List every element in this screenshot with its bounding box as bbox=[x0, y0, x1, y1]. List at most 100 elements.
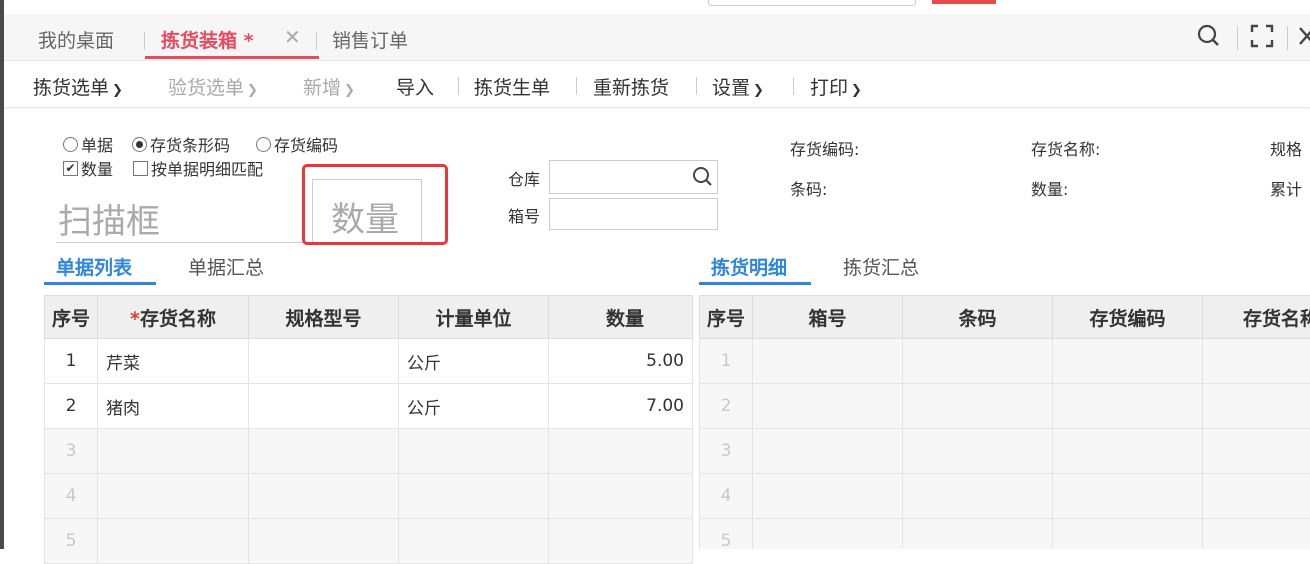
column-header-box-no[interactable]: 箱号 bbox=[753, 296, 903, 339]
pick-generate-button[interactable]: 拣货生单 bbox=[474, 73, 550, 100]
tab-pick-pack[interactable]: 拣货装箱 * bbox=[161, 26, 254, 53]
close-icon[interactable]: ✕ bbox=[284, 25, 301, 49]
column-header-unit[interactable]: 计量单位 bbox=[399, 296, 549, 339]
row-no: 1 bbox=[700, 339, 753, 384]
tab-doc-list[interactable]: 单据列表 bbox=[56, 253, 132, 280]
cell-item-name[interactable] bbox=[98, 519, 249, 564]
radio-document[interactable]: 单据 bbox=[63, 132, 113, 156]
cell-item-name[interactable] bbox=[1203, 384, 1310, 429]
tab-pick-detail[interactable]: 拣货明细 bbox=[711, 253, 787, 280]
cell-qty[interactable]: 7.00 bbox=[549, 384, 693, 429]
table-row[interactable]: 1 bbox=[700, 339, 1310, 384]
cell-box-no[interactable] bbox=[753, 429, 903, 474]
cell-barcode[interactable] bbox=[903, 429, 1053, 474]
cell-box-no[interactable] bbox=[753, 474, 903, 519]
tab-sales-order[interactable]: 销售订单 bbox=[332, 26, 408, 53]
column-header-spec[interactable]: 规格型号 bbox=[249, 296, 399, 339]
repick-button[interactable]: 重新拣货 bbox=[593, 73, 669, 100]
cell-item-code[interactable] bbox=[1053, 474, 1203, 519]
column-header-item-name[interactable]: *存货名称 bbox=[98, 296, 249, 339]
cell-spec[interactable] bbox=[249, 519, 399, 564]
box-no-field[interactable] bbox=[549, 198, 718, 230]
cell-unit[interactable] bbox=[399, 519, 549, 564]
table-row[interactable]: 4 bbox=[700, 474, 1310, 519]
table-row[interactable]: 2 猪肉 公斤 7.00 bbox=[45, 384, 693, 429]
cell-qty[interactable]: 5.00 bbox=[549, 339, 693, 384]
tab-my-desktop[interactable]: 我的桌面 bbox=[38, 26, 114, 53]
inspect-select-menu[interactable]: 验货选单❯ bbox=[168, 73, 258, 100]
highlight-box bbox=[302, 164, 448, 245]
cell-item-code[interactable] bbox=[1053, 339, 1203, 384]
cell-spec[interactable] bbox=[249, 474, 399, 519]
cell-item-name[interactable]: 猪肉 bbox=[98, 384, 249, 429]
fullscreen-icon[interactable] bbox=[1249, 22, 1275, 50]
top-search-input[interactable] bbox=[708, 0, 916, 6]
cell-qty[interactable] bbox=[549, 429, 693, 474]
column-header-no[interactable]: 序号 bbox=[45, 296, 98, 339]
cell-unit[interactable]: 公斤 bbox=[399, 339, 549, 384]
table-row[interactable]: 1 芹菜 公斤 5.00 bbox=[45, 339, 693, 384]
print-menu[interactable]: 打印❯ bbox=[810, 73, 862, 100]
top-strip bbox=[4, 0, 1310, 14]
radio-item-code[interactable]: 存货编码 bbox=[256, 132, 338, 156]
scan-input[interactable]: 扫描框 bbox=[56, 184, 308, 243]
cell-item-code[interactable] bbox=[1053, 384, 1203, 429]
column-header-no[interactable]: 序号 bbox=[700, 296, 753, 339]
cell-barcode[interactable] bbox=[903, 474, 1053, 519]
import-button[interactable]: 导入 bbox=[396, 73, 434, 100]
checkbox-quantity[interactable]: 数量 bbox=[63, 156, 113, 180]
cell-box-no[interactable] bbox=[753, 384, 903, 429]
cell-barcode[interactable] bbox=[903, 519, 1053, 550]
cell-item-name[interactable] bbox=[1203, 519, 1310, 550]
cell-item-code[interactable] bbox=[1053, 429, 1203, 474]
cell-unit[interactable] bbox=[399, 474, 549, 519]
search-icon[interactable] bbox=[1196, 22, 1222, 50]
cell-item-code[interactable] bbox=[1053, 519, 1203, 550]
table-row[interactable]: 2 bbox=[700, 384, 1310, 429]
column-header-item-code[interactable]: 存货编码 bbox=[1053, 296, 1203, 339]
cell-spec[interactable] bbox=[249, 384, 399, 429]
new-menu[interactable]: 新增❯ bbox=[303, 73, 355, 100]
cell-qty[interactable] bbox=[549, 474, 693, 519]
close-window-icon[interactable] bbox=[1296, 22, 1310, 50]
cell-barcode[interactable] bbox=[903, 339, 1053, 384]
warehouse-field[interactable] bbox=[549, 160, 718, 194]
cell-item-name[interactable] bbox=[98, 429, 249, 474]
tab-pick-summary[interactable]: 拣货汇总 bbox=[843, 253, 919, 280]
settings-menu[interactable]: 设置❯ bbox=[712, 73, 764, 100]
cell-spec[interactable] bbox=[249, 429, 399, 474]
checkbox-match-detail[interactable]: 按单据明细匹配 bbox=[133, 156, 263, 180]
table-row[interactable]: 5 bbox=[700, 519, 1310, 550]
cell-item-name[interactable] bbox=[1203, 474, 1310, 519]
table-header-row: 序号 箱号 条码 存货编码 存货名称 bbox=[700, 296, 1310, 339]
cell-barcode[interactable] bbox=[903, 384, 1053, 429]
pick-select-menu[interactable]: 拣货选单❯ bbox=[33, 73, 123, 100]
radio-barcode[interactable]: 存货条形码 bbox=[132, 132, 230, 156]
cell-unit[interactable] bbox=[399, 429, 549, 474]
cell-qty[interactable] bbox=[549, 519, 693, 564]
cell-box-no[interactable] bbox=[753, 339, 903, 384]
row-no: 2 bbox=[45, 384, 98, 429]
tab-doc-summary[interactable]: 单据汇总 bbox=[188, 253, 264, 280]
tab-divider bbox=[316, 32, 317, 50]
table-header-row: 序号 *存货名称 规格型号 计量单位 数量 bbox=[45, 296, 693, 339]
table-row[interactable]: 3 bbox=[45, 429, 693, 474]
cell-item-name[interactable] bbox=[1203, 339, 1310, 384]
table-row[interactable]: 4 bbox=[45, 474, 693, 519]
cell-item-name[interactable]: 芹菜 bbox=[98, 339, 249, 384]
table-row[interactable]: 5 bbox=[45, 519, 693, 564]
cell-unit[interactable]: 公斤 bbox=[399, 384, 549, 429]
table-row[interactable]: 3 bbox=[700, 429, 1310, 474]
search-icon[interactable] bbox=[691, 165, 715, 189]
column-header-qty[interactable]: 数量 bbox=[549, 296, 693, 339]
cell-spec[interactable] bbox=[249, 339, 399, 384]
tab-divider bbox=[144, 32, 145, 50]
row-no: 2 bbox=[700, 384, 753, 429]
control-divider bbox=[1237, 26, 1238, 50]
column-header-item-name[interactable]: 存货名称 bbox=[1203, 296, 1310, 339]
cell-box-no[interactable] bbox=[753, 519, 903, 550]
cell-item-name[interactable] bbox=[1203, 429, 1310, 474]
cell-item-name[interactable] bbox=[98, 474, 249, 519]
column-header-barcode[interactable]: 条码 bbox=[903, 296, 1053, 339]
radio-document-label: 单据 bbox=[81, 136, 113, 155]
